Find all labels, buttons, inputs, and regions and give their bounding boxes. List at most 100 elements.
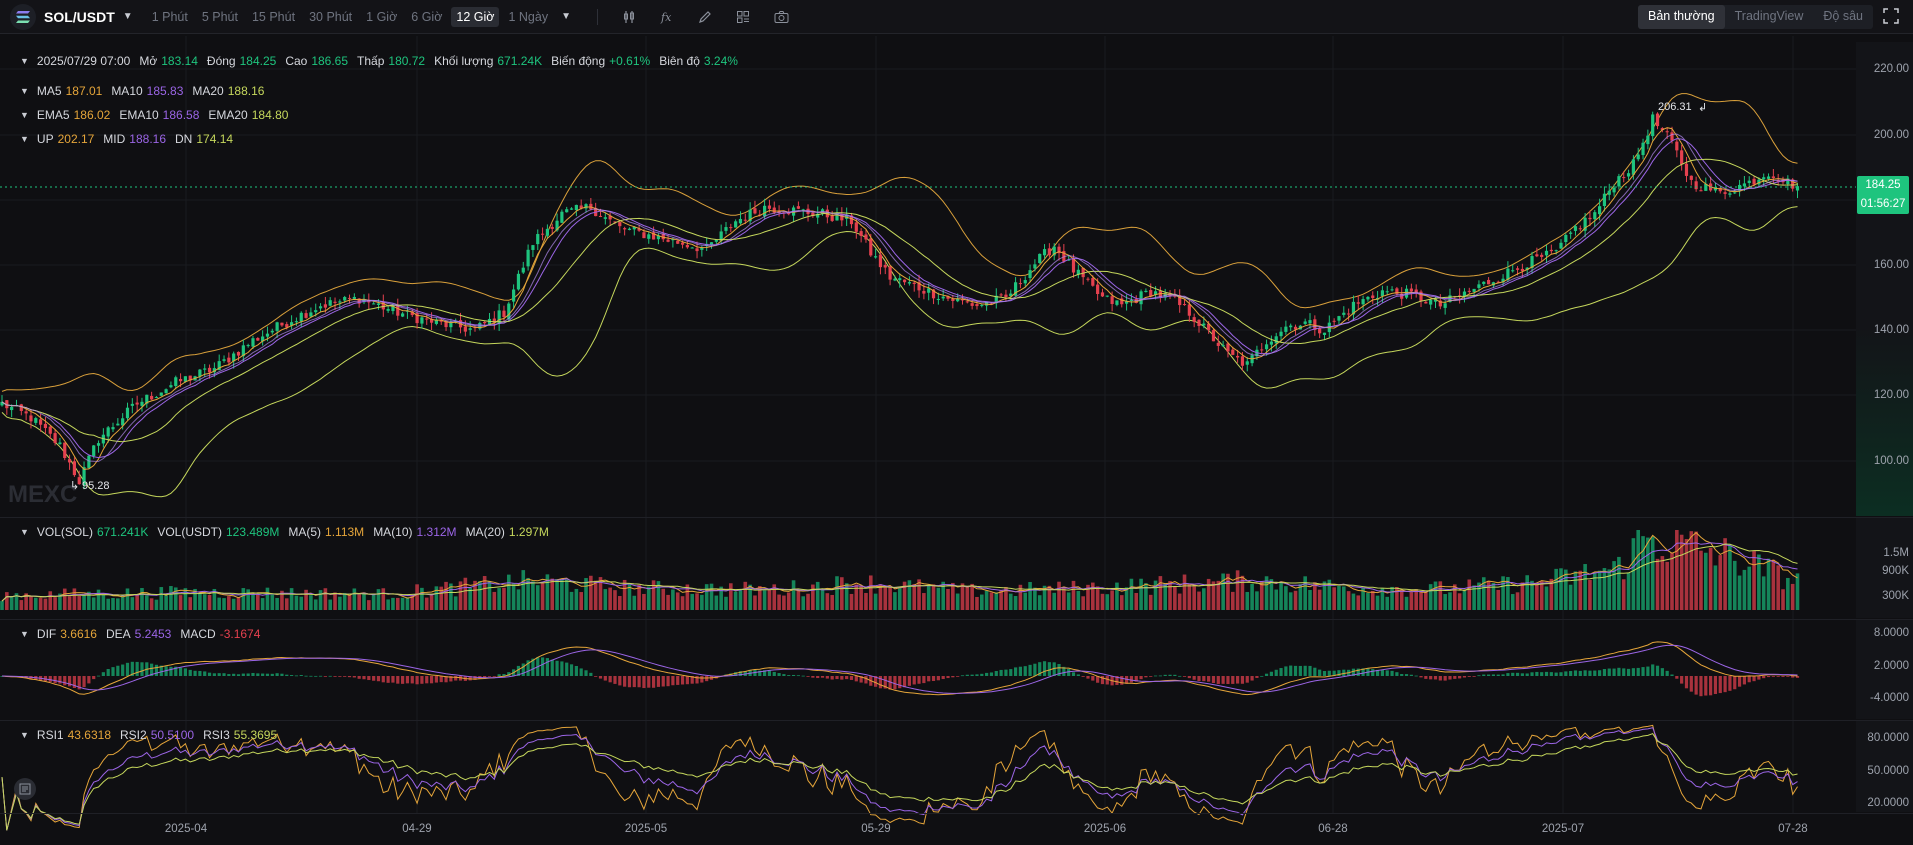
collapse-chevron-icon[interactable]: ▼ (20, 730, 29, 740)
macd-histogram-bar (251, 672, 255, 676)
volume-bar (164, 595, 168, 610)
collapse-chevron-icon[interactable]: ▼ (20, 629, 29, 639)
volume-bar (1071, 580, 1076, 610)
candle-body (796, 206, 800, 209)
volume-bar (786, 592, 791, 610)
kline-chart[interactable]: MEXC 206.31 ↲ ↳ 95.28 (0, 0, 1913, 845)
candle-body (1429, 299, 1433, 305)
candle-body (516, 273, 521, 290)
macd-histogram-bar (985, 672, 989, 676)
collapse-chevron-icon[interactable]: ▼ (20, 134, 29, 144)
macd-histogram-bar (1250, 676, 1254, 681)
pane-divider[interactable] (0, 813, 1913, 814)
volume-bar (1583, 564, 1587, 610)
candle-body (1409, 288, 1413, 292)
macd-histogram-bar (1482, 674, 1486, 676)
macd-histogram-bar (1269, 671, 1273, 676)
candle-body (222, 359, 226, 361)
price-axis[interactable]: 220.00200.00180.00160.00140.00120.00100.… (1856, 42, 1913, 516)
volume-bar (96, 589, 101, 610)
candle-body (1515, 268, 1520, 270)
macd-histogram-bar (1766, 676, 1771, 678)
candle-body (39, 419, 43, 425)
ema5-label: EMA5 (36, 108, 70, 122)
candle-body (1100, 292, 1105, 297)
candle-body (1467, 290, 1471, 292)
macd-histogram-bar (787, 675, 791, 676)
volume-bar (1351, 593, 1356, 610)
volume-label: Khối lượng (434, 54, 494, 68)
pane-divider[interactable] (0, 517, 1913, 518)
collapse-chevron-icon[interactable]: ▼ (20, 110, 29, 120)
macd-histogram-bar (700, 676, 704, 683)
candle-body (970, 303, 974, 306)
candle-body (468, 328, 472, 330)
volume-bar (506, 574, 511, 610)
candle-body (425, 318, 429, 320)
candle-body (1023, 280, 1027, 284)
macd-histogram-bar (1173, 674, 1177, 676)
volume-bar (492, 591, 497, 610)
candle-body (1612, 187, 1616, 193)
volume-bar (1443, 594, 1447, 610)
volume-bar (1308, 589, 1312, 610)
volume-bar (1390, 586, 1394, 610)
volume-bar (424, 597, 429, 610)
macd-histogram-bar (1429, 676, 1433, 680)
macd-histogram-bar (1438, 676, 1442, 681)
candle-body (738, 218, 743, 224)
candle-body (256, 338, 260, 341)
volume-axis[interactable]: 1.5M 900K 300K (1856, 518, 1913, 618)
volume-bar (1510, 594, 1515, 610)
volume-bar (1110, 590, 1114, 610)
candle-body (116, 423, 120, 426)
macd-histogram-bar (333, 676, 337, 677)
volume-bar (357, 594, 361, 610)
macd-axis[interactable]: 8.0000 2.0000 -4.0000 (1856, 620, 1913, 719)
macd-histogram-bar (314, 675, 318, 677)
macd-histogram-bar (232, 673, 236, 676)
candle-body (1033, 264, 1037, 269)
macd-histogram-bar (280, 673, 284, 676)
macd-histogram-bar (540, 657, 545, 676)
macd-histogram-bar (777, 673, 781, 676)
macd-histogram-bar (362, 676, 366, 680)
macd-histogram-bar (1607, 668, 1611, 676)
macd-histogram-bar (1313, 667, 1317, 676)
candle-body (1018, 283, 1023, 285)
collapse-chevron-icon[interactable]: ▼ (20, 56, 29, 66)
volume-bar (743, 581, 748, 610)
collapse-chevron-icon[interactable]: ▼ (20, 86, 29, 96)
rsi-axis[interactable]: 80.0000 50.0000 20.0000 (1856, 721, 1913, 812)
candle-body (1091, 278, 1095, 286)
chart-settings-icon[interactable] (14, 778, 36, 800)
volume-bar (1206, 578, 1211, 610)
macd-histogram-bar (1409, 674, 1413, 676)
axis-tick: -4.0000 (1869, 692, 1909, 704)
low-label: Thấp (357, 54, 385, 68)
dea-label: DEA (105, 627, 131, 641)
candle-body (965, 301, 969, 303)
macd-histogram-bar (651, 676, 656, 688)
candle-body (1588, 217, 1592, 220)
volume-bar (1134, 592, 1139, 610)
volume-bar (975, 596, 979, 610)
candle-body (830, 215, 834, 221)
pane-divider[interactable] (0, 720, 1913, 721)
vol-ma10-value: 1.312M (416, 525, 457, 539)
low-value: 180.72 (388, 54, 426, 68)
volume-bar (43, 598, 48, 610)
candle-body (1279, 331, 1283, 337)
macd-histogram-bar (1042, 661, 1047, 676)
macd-histogram-bar (1226, 676, 1230, 685)
macd-histogram-bar (1433, 676, 1438, 680)
candle-body (1366, 296, 1370, 300)
candle-body (111, 427, 115, 430)
collapse-chevron-icon[interactable]: ▼ (20, 527, 29, 537)
macd-histogram-bar (931, 676, 936, 681)
volume-bar (661, 588, 666, 610)
candle-body (265, 333, 270, 337)
macd-histogram-bar (1699, 676, 1703, 697)
candle-body (140, 401, 144, 406)
pane-divider[interactable] (0, 619, 1913, 620)
